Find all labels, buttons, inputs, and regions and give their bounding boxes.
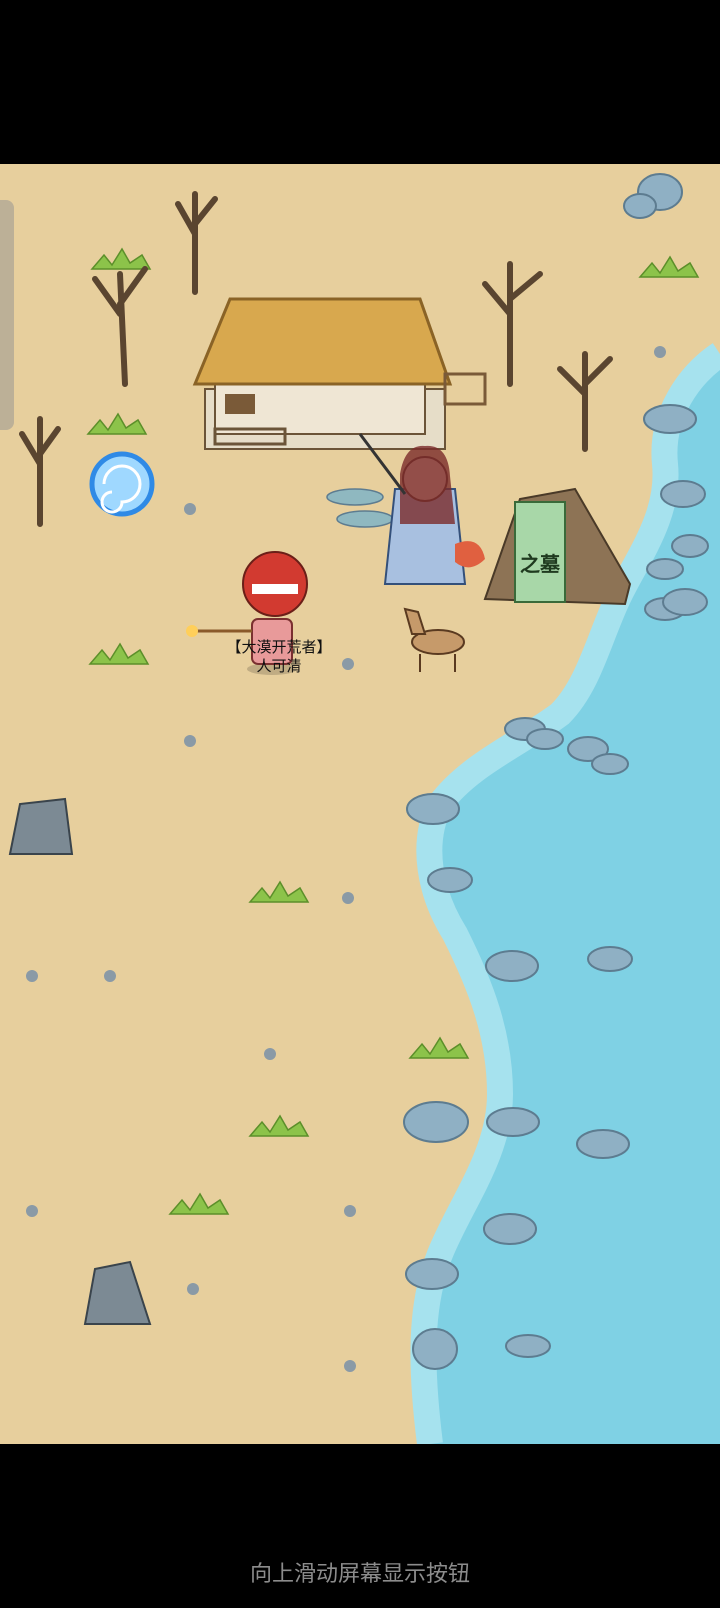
status-bar-area — [0, 0, 720, 164]
stepping-stones — [326, 488, 394, 528]
npc-swordsman — [358, 433, 485, 585]
tombstone-label: 之墓 — [520, 552, 560, 576]
player-title: 【大漠开荒者】 — [226, 638, 332, 656]
player-name-tag: 【大漠开荒者】 人可清 — [214, 638, 344, 676]
map-scene — [8, 173, 720, 1444]
side-drawer-handle[interactable] — [0, 200, 14, 430]
game-map[interactable]: 【大漠开荒者】 人可清 之墓 — [0, 164, 720, 1444]
thatched-hut — [192, 297, 487, 450]
land-rocks — [8, 797, 152, 1325]
player-name: 人可清 — [256, 657, 302, 675]
swipe-hint-text: 向上滑动屏幕显示按钮 — [249, 1562, 470, 1587]
horse-npc — [403, 607, 465, 672]
tomb-mound — [483, 487, 632, 606]
portal-vortex — [89, 451, 155, 517]
